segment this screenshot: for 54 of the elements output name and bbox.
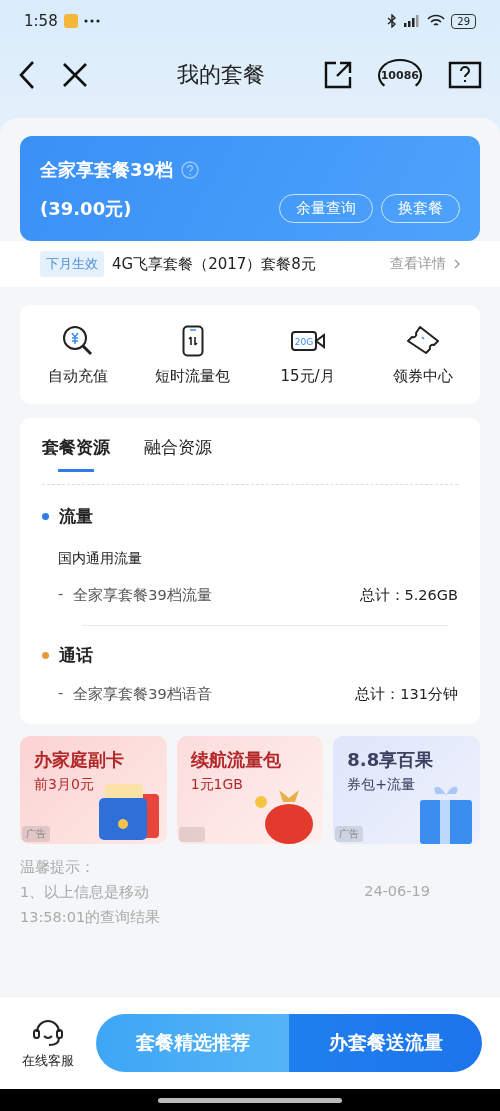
notification-icon <box>63 14 78 28</box>
action-label[interactable]: 自动充值 <box>47 367 108 386</box>
battery-indicator: 29 <box>451 13 476 29</box>
chevron-right-icon[interactable] <box>454 259 460 269</box>
resource-tab[interactable]: 套餐资源 <box>42 436 110 472</box>
back-icon[interactable] <box>18 60 36 90</box>
promo-title: 续航流量包 <box>190 748 282 772</box>
more-icon <box>83 19 100 23</box>
help-book-icon[interactable] <box>448 61 482 89</box>
list-marker: - <box>58 685 64 703</box>
ad-label: 广告 <box>22 826 50 842</box>
resource-total: 总计：131分钟 <box>355 685 458 704</box>
ticket-icon[interactable] <box>405 325 440 357</box>
phone-data-icon[interactable] <box>181 325 204 357</box>
close-icon[interactable] <box>62 62 88 88</box>
resource-name: 全家享套餐39档流量 <box>73 586 212 605</box>
promo-card[interactable]: 8.8享百果 券包+流量 广告 <box>333 736 480 844</box>
promo-card[interactable]: 续航流量包 1元1GB <box>176 736 324 844</box>
section-title: 流量 <box>59 505 93 528</box>
promo-subtitle: 1元1GB <box>190 776 244 794</box>
promo-button[interactable]: 办套餐送流量 <box>289 1014 482 1072</box>
page-title: 我的套餐 <box>175 61 266 89</box>
action-label[interactable]: 短时流量包 <box>155 367 230 386</box>
action-label[interactable]: 领券中心 <box>392 367 453 386</box>
list-marker: - <box>58 586 64 604</box>
plan-name: 全家享套餐39档 <box>40 158 174 182</box>
tips-text: 13:58:01的查询结果 <box>20 908 162 927</box>
promo-title: 8.8享百果 <box>347 748 435 772</box>
service-label[interactable]: 在线客服 <box>22 1052 74 1070</box>
resource-name: 全家享套餐39档语音 <box>73 685 212 704</box>
status-time: 1:58 <box>24 12 58 30</box>
resource-tab[interactable]: 融合资源 <box>144 436 212 472</box>
promo-subtitle: 前3月0元 <box>34 776 95 794</box>
section-title: 通话 <box>59 644 93 667</box>
wifi-icon <box>427 14 446 28</box>
promo-card[interactable]: 办家庭副卡 前3月0元 广告 <box>20 736 167 844</box>
home-indicator[interactable] <box>158 1097 342 1103</box>
next-plan-text: 4G飞享套餐（2017）套餐8元 <box>112 254 316 274</box>
tips-heading: 温馨提示： <box>20 858 96 877</box>
signal-icon <box>403 14 422 28</box>
plan-price: (39.00元) <box>40 196 132 221</box>
ad-tag <box>178 827 205 842</box>
yuan-search-icon[interactable] <box>61 325 94 357</box>
effective-tag: 下月生效 <box>40 251 104 277</box>
section-subtitle: 国内通用流量 <box>58 550 143 568</box>
action-label[interactable]: 15元/月 <box>280 367 335 386</box>
ad-label: 广告 <box>335 826 364 842</box>
share-icon[interactable] <box>323 61 352 89</box>
bluetooth-icon <box>387 14 398 28</box>
tips-text: 1、以上信息是移动 <box>20 883 150 902</box>
tips-date: 24-06-19 <box>364 883 430 901</box>
promo-title: 办家庭副卡 <box>34 748 125 772</box>
promo-subtitle: 券包+流量 <box>347 776 417 794</box>
resource-total: 总计：5.26GB <box>359 586 458 605</box>
